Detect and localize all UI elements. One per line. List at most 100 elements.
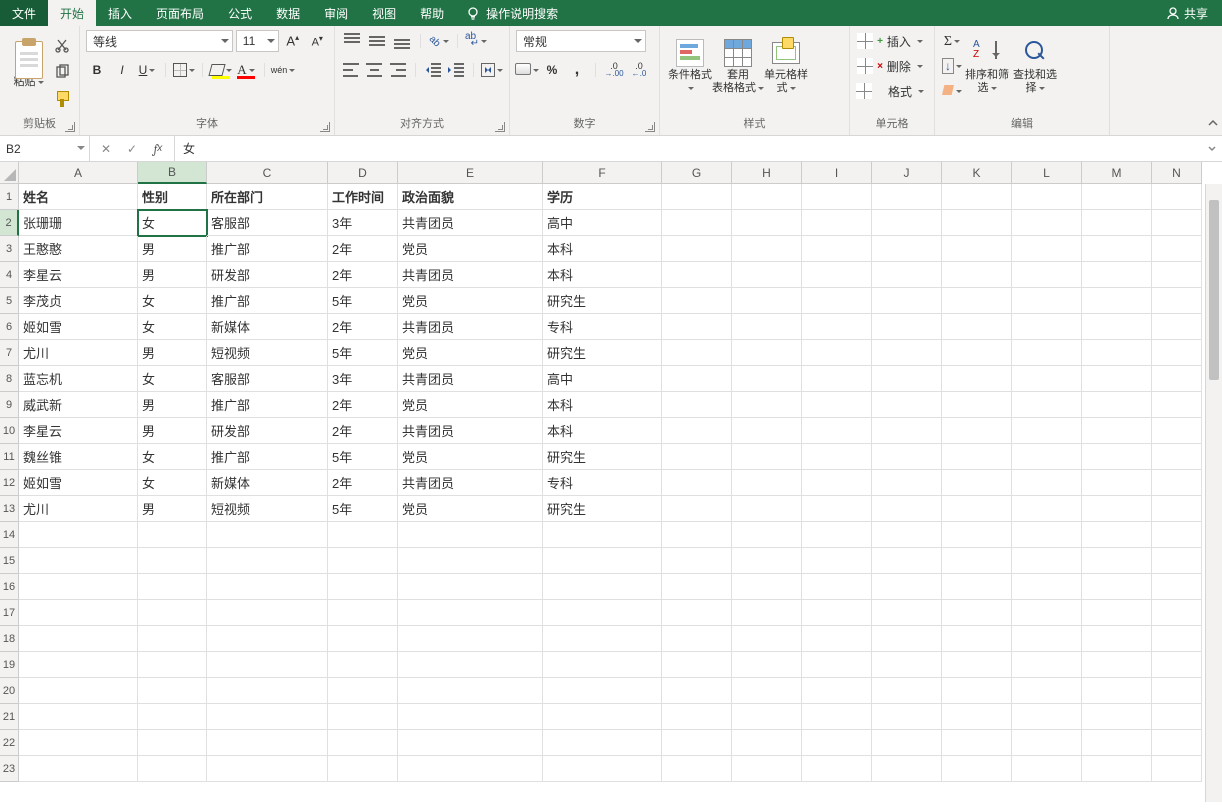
clear-button[interactable] (941, 80, 963, 102)
cell[interactable] (942, 678, 1012, 704)
cell[interactable] (732, 626, 802, 652)
cell[interactable] (1012, 444, 1082, 470)
cell[interactable]: 性别 (138, 184, 207, 210)
cell[interactable] (802, 574, 872, 600)
cell[interactable] (732, 678, 802, 704)
cell[interactable] (942, 392, 1012, 418)
cell[interactable]: 女 (138, 366, 207, 392)
row-header[interactable]: 3 (0, 236, 19, 262)
cell[interactable] (872, 730, 942, 756)
cell[interactable]: 姬如雪 (19, 314, 138, 340)
cell[interactable] (138, 548, 207, 574)
cell-styles-button[interactable]: 单元格样式 (762, 30, 810, 104)
cell[interactable] (662, 340, 732, 366)
delete-cells-button[interactable]: ×删除 (856, 55, 924, 77)
tab-formulas[interactable]: 公式 (216, 0, 264, 26)
cell[interactable] (1152, 522, 1202, 548)
cell[interactable] (1082, 262, 1152, 288)
cell[interactable] (662, 418, 732, 444)
cell[interactable] (802, 652, 872, 678)
cell[interactable]: 男 (138, 392, 207, 418)
cell[interactable] (1012, 652, 1082, 678)
cell[interactable]: 研究生 (543, 444, 662, 470)
cell[interactable] (1082, 678, 1152, 704)
cell[interactable] (732, 652, 802, 678)
cell[interactable] (942, 236, 1012, 262)
cell[interactable] (802, 600, 872, 626)
vertical-scrollbar[interactable] (1205, 184, 1222, 802)
cell[interactable]: 女 (138, 470, 207, 496)
tab-file[interactable]: 文件 (0, 0, 48, 26)
cell[interactable] (1152, 730, 1202, 756)
cell[interactable] (19, 730, 138, 756)
cell[interactable] (138, 652, 207, 678)
row-header[interactable]: 23 (0, 756, 19, 782)
cell[interactable]: 共青团员 (398, 470, 543, 496)
row-header[interactable]: 10 (0, 418, 19, 444)
row-header[interactable]: 21 (0, 704, 19, 730)
row-header[interactable]: 8 (0, 366, 19, 392)
cell[interactable] (1152, 678, 1202, 704)
cell[interactable] (942, 210, 1012, 236)
cell[interactable]: 5年 (328, 340, 398, 366)
cell[interactable]: 党员 (398, 392, 543, 418)
cell[interactable] (662, 392, 732, 418)
cell[interactable] (207, 678, 328, 704)
cell[interactable]: 李茂贞 (19, 288, 138, 314)
cell[interactable]: 客服部 (207, 366, 328, 392)
cell[interactable] (328, 730, 398, 756)
cell[interactable] (1082, 470, 1152, 496)
cell[interactable] (1082, 366, 1152, 392)
formula-cancel-button[interactable]: ✕ (94, 138, 118, 160)
cell[interactable]: 5年 (328, 444, 398, 470)
cell[interactable]: 推广部 (207, 444, 328, 470)
cell[interactable] (1152, 340, 1202, 366)
cell[interactable] (1082, 548, 1152, 574)
cell[interactable] (732, 756, 802, 782)
cell[interactable] (662, 756, 732, 782)
row-header[interactable]: 4 (0, 262, 19, 288)
row-header[interactable]: 19 (0, 652, 19, 678)
increase-font-button[interactable]: A▴ (282, 30, 303, 52)
collapse-ribbon-button[interactable] (1204, 26, 1222, 135)
cell[interactable] (1012, 392, 1082, 418)
cell[interactable] (1152, 262, 1202, 288)
column-header[interactable]: G (662, 162, 732, 184)
cell[interactable] (1082, 626, 1152, 652)
cell[interactable] (942, 262, 1012, 288)
italic-button[interactable]: I (111, 59, 133, 81)
cell[interactable] (1012, 470, 1082, 496)
cell[interactable] (1012, 288, 1082, 314)
cell[interactable] (942, 340, 1012, 366)
cell[interactable]: 女 (138, 314, 207, 340)
row-header[interactable]: 20 (0, 678, 19, 704)
cell[interactable] (328, 652, 398, 678)
cell[interactable] (207, 522, 328, 548)
cell[interactable] (1082, 652, 1152, 678)
row-header[interactable]: 6 (0, 314, 19, 340)
cell[interactable] (802, 626, 872, 652)
cell[interactable] (398, 574, 543, 600)
find-select-button[interactable]: 查找和选择 (1011, 30, 1059, 104)
cell[interactable] (1082, 496, 1152, 522)
tab-insert[interactable]: 插入 (96, 0, 144, 26)
cell[interactable]: 高中 (543, 366, 662, 392)
cell[interactable]: 共青团员 (398, 418, 543, 444)
center-align-button[interactable] (364, 59, 384, 81)
insert-cells-button[interactable]: +插入 (856, 30, 924, 52)
row-header[interactable]: 16 (0, 574, 19, 600)
cell[interactable] (872, 548, 942, 574)
font-color-button[interactable]: A (235, 59, 257, 81)
cell[interactable] (138, 600, 207, 626)
format-painter-button[interactable] (51, 88, 73, 110)
cell[interactable] (1082, 704, 1152, 730)
cell[interactable] (732, 392, 802, 418)
cell[interactable] (662, 288, 732, 314)
cell[interactable]: 党员 (398, 236, 543, 262)
cell[interactable] (732, 314, 802, 340)
cell[interactable] (1152, 444, 1202, 470)
cell[interactable] (872, 756, 942, 782)
conditional-format-button[interactable]: 条件格式 (666, 30, 714, 104)
cell[interactable] (328, 756, 398, 782)
cell[interactable] (328, 548, 398, 574)
